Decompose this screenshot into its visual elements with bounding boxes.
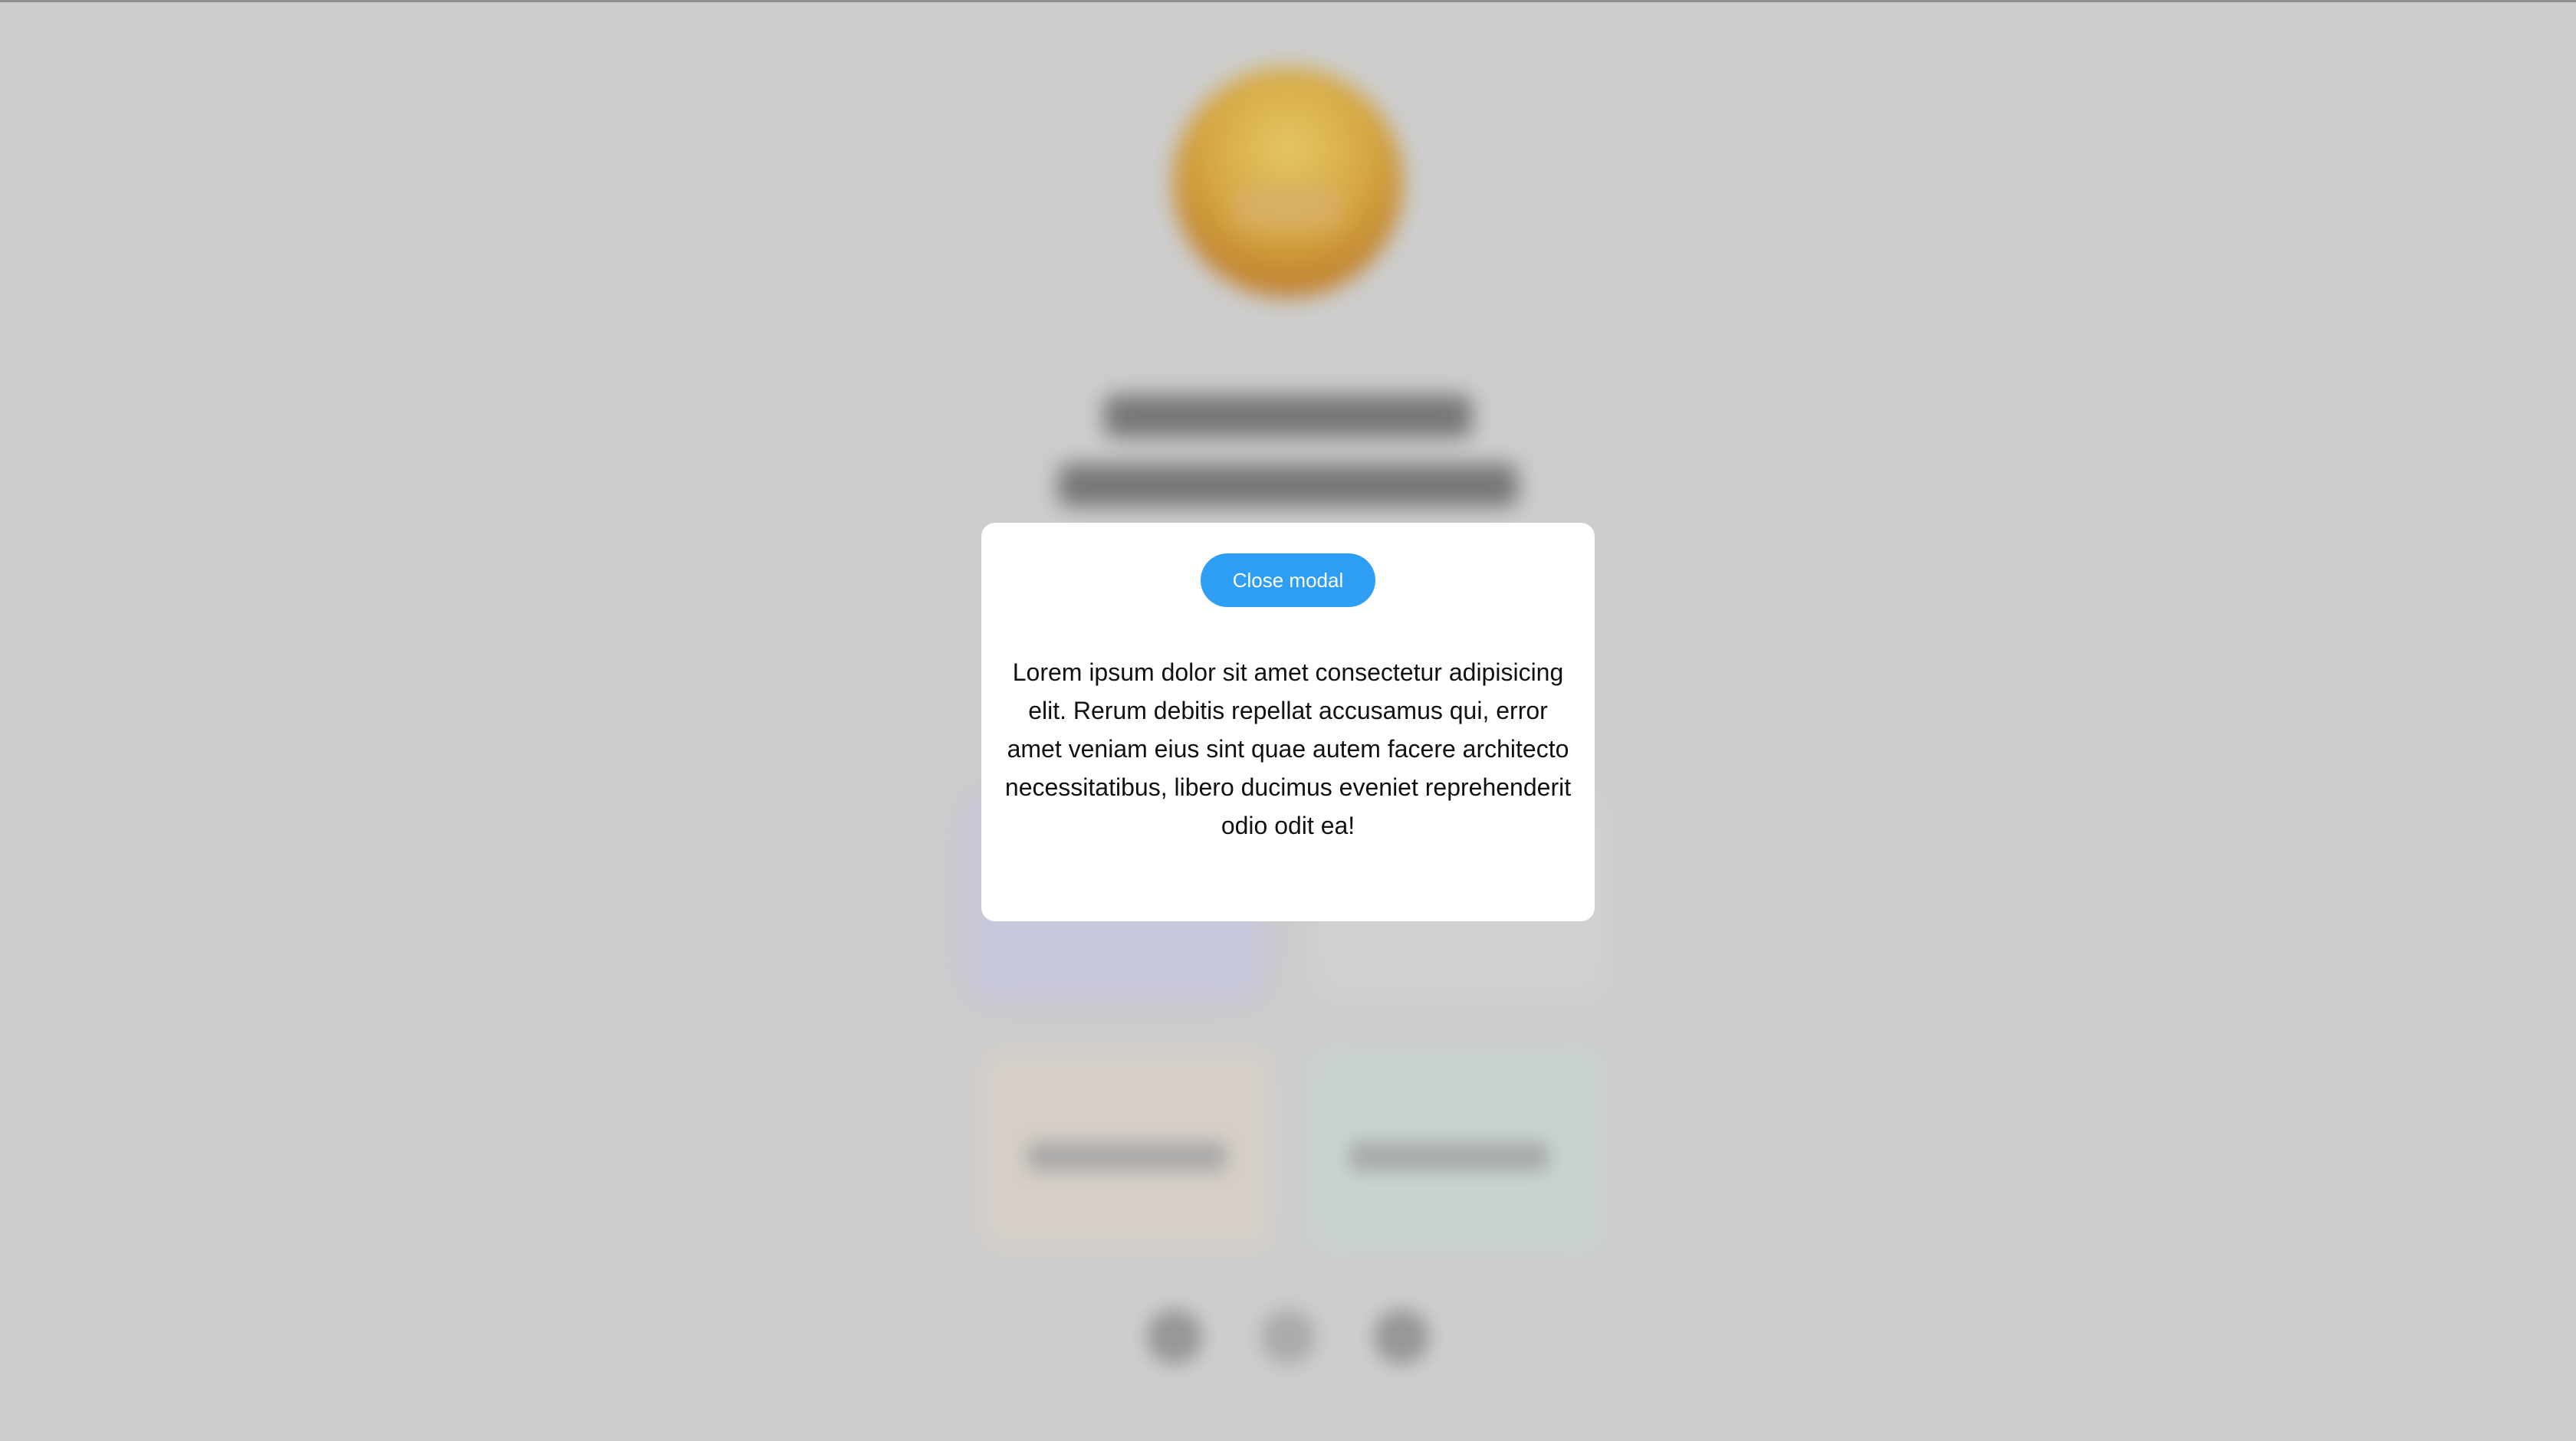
social-icon: [1374, 1309, 1429, 1364]
modal-body-text: Lorem ipsum dolor sit amet consectetur a…: [1004, 658, 1572, 839]
blurred-heading-line: [1058, 464, 1518, 507]
blurred-card-label: [1349, 1142, 1549, 1171]
social-icon: [1260, 1309, 1316, 1364]
logo-image: [1173, 67, 1403, 297]
blurred-heading-line: [1104, 395, 1472, 438]
modal-dialog: Close modal Lorem ipsum dolor sit amet c…: [981, 523, 1595, 921]
social-icon: [1147, 1309, 1202, 1364]
close-modal-button[interactable]: Close modal: [1201, 553, 1375, 607]
logo-detail: [1234, 184, 1342, 230]
blurred-card-label: [1027, 1142, 1227, 1171]
